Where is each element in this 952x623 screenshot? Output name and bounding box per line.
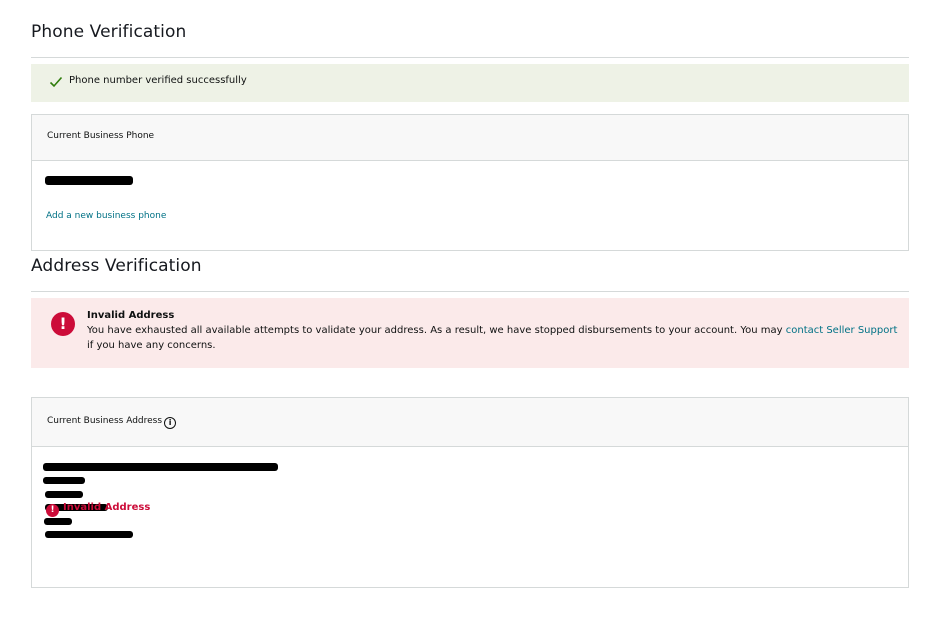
success-message: Phone number verified successfully	[69, 75, 247, 86]
redacted-address-line-2	[43, 477, 85, 484]
phone-verification-title: Phone Verification	[31, 22, 187, 42]
error-body-text: You have exhausted all available attempt…	[87, 325, 783, 336]
exclamation-circle-icon: !	[46, 504, 59, 517]
business-address-card: Current Business Address i ! Invalid Addre…	[31, 397, 909, 588]
redacted-address-line-5	[44, 518, 72, 525]
success-banner: Phone number verified successfully	[31, 64, 909, 102]
phone-divider	[31, 57, 909, 58]
redacted-phone-number	[45, 176, 133, 185]
redacted-address-line-1	[43, 463, 278, 471]
exclamation-circle-icon: !	[51, 312, 75, 336]
contact-seller-support-link[interactable]: contact Seller Support	[786, 325, 898, 336]
error-title: Invalid Address	[87, 310, 175, 321]
address-divider	[31, 291, 909, 292]
check-icon	[49, 76, 63, 88]
business-address-header: Current Business Address i	[32, 398, 908, 447]
invalid-address-banner: ! Invalid Address You have exhausted all…	[31, 298, 909, 368]
error-tail-text: if you have any concerns.	[87, 340, 216, 351]
business-phone-card: Current Business Phone Add a new busines…	[31, 114, 909, 251]
business-address-header-label: Current Business Address	[47, 416, 163, 426]
business-phone-header: Current Business Phone	[32, 115, 908, 161]
info-circle-icon[interactable]: i	[164, 417, 177, 429]
address-verification-title: Address Verification	[31, 256, 202, 276]
invalid-address-label: Invalid Address	[63, 502, 151, 513]
redacted-address-line-6	[45, 531, 133, 538]
invalid-address-status: ! Invalid Address	[46, 502, 150, 517]
redacted-address-line-3	[45, 491, 83, 498]
add-business-phone-link[interactable]: Add a new business phone	[46, 211, 166, 221]
error-message: You have exhausted all available attempt…	[87, 323, 902, 353]
